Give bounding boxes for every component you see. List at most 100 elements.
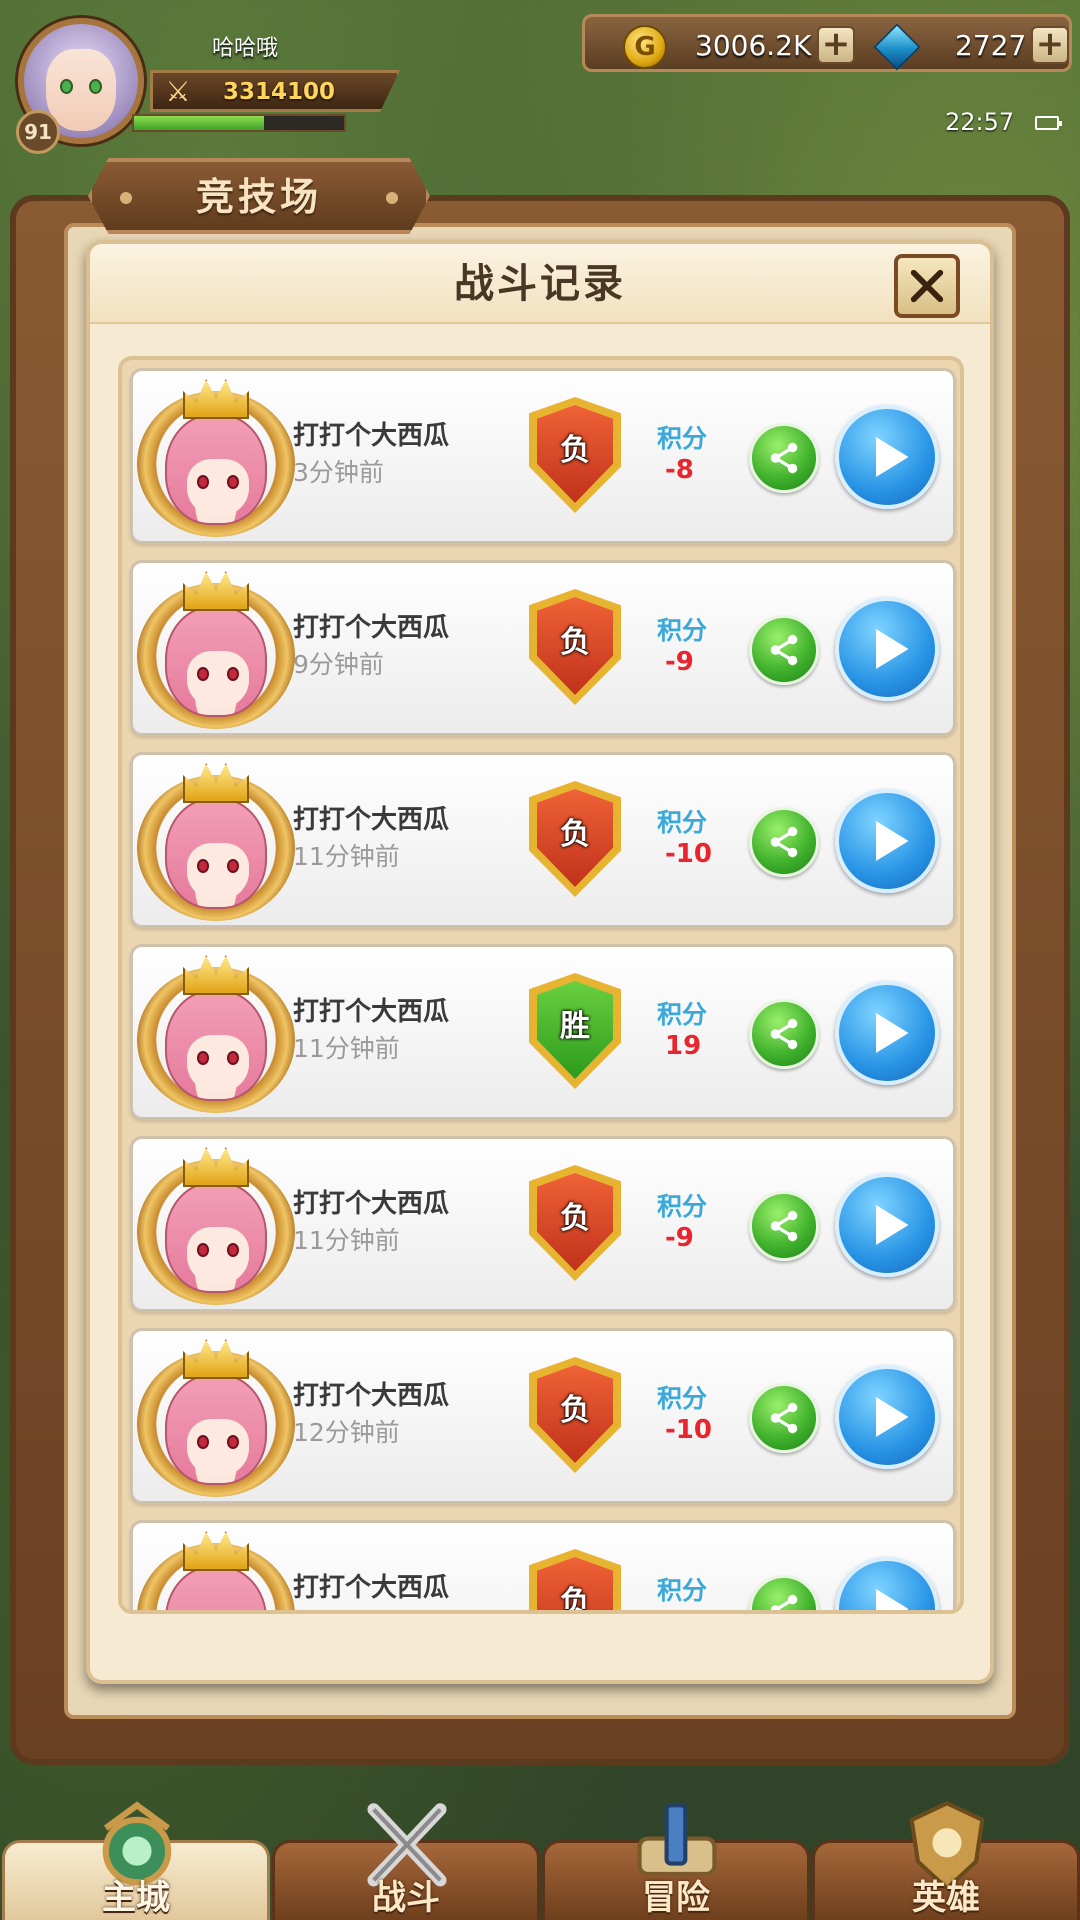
currency-bar: G 3006.2K + 2727 + — [582, 14, 1072, 72]
replay-button[interactable] — [835, 789, 939, 893]
add-gems-button[interactable]: + — [1031, 26, 1069, 64]
score-label: 积分 — [657, 1000, 708, 1029]
player-level-badge: 91 — [16, 110, 60, 154]
battle-time: 3分钟前 — [293, 458, 384, 487]
opponent-portrait — [165, 1373, 267, 1485]
opponent-name: 打打个大西瓜 — [293, 421, 450, 451]
replay-button[interactable] — [835, 1557, 939, 1610]
opponent-name: 打打个大西瓜 — [293, 1381, 450, 1411]
close-button[interactable] — [894, 254, 960, 318]
share-button[interactable] — [749, 999, 819, 1069]
replay-button[interactable] — [835, 405, 939, 509]
share-icon — [770, 1402, 798, 1434]
battle-time: 12分钟前 — [293, 1418, 400, 1447]
nav-tab-label: 主城 — [102, 1878, 170, 1918]
arena-title-tab: 竞技场 — [88, 158, 430, 234]
play-icon — [876, 629, 909, 669]
score-value: -10 — [665, 1415, 712, 1445]
battle-record-row: 打打个大西瓜 11分钟前 胜 积分 19 — [130, 944, 956, 1120]
play-icon — [876, 1589, 909, 1610]
replay-button[interactable] — [835, 1365, 939, 1469]
modal-title: 战斗记录 — [454, 261, 626, 307]
replay-button[interactable] — [835, 1173, 939, 1277]
add-gold-button[interactable]: + — [817, 26, 855, 64]
opponent-name: 打打个大西瓜 — [293, 997, 450, 1027]
share-icon — [770, 1018, 798, 1050]
play-icon — [876, 437, 909, 477]
arena-title: 竞技场 — [195, 175, 322, 219]
result-shield-icon: 胜 — [529, 973, 621, 1089]
score-value: -8 — [665, 455, 694, 485]
battle-time: 11分钟前 — [293, 1226, 400, 1255]
play-icon — [876, 1013, 909, 1053]
gold-coin-icon: G — [623, 25, 667, 69]
battle-time: 11分钟前 — [293, 1034, 400, 1063]
close-icon — [910, 269, 944, 303]
replay-button[interactable] — [835, 597, 939, 701]
opponent-name: 打打个大西瓜 — [293, 1573, 450, 1603]
score-value: -10 — [665, 839, 712, 869]
battery-icon — [1035, 116, 1062, 130]
share-button[interactable] — [749, 1383, 819, 1453]
result-label: 负 — [560, 1585, 590, 1614]
result-shield-icon: 负 — [529, 1549, 621, 1614]
crossed-swords-icon: ⚔ — [165, 75, 191, 108]
share-icon — [770, 1594, 798, 1610]
nav-tab-label: 英雄 — [912, 1878, 980, 1918]
share-button[interactable] — [749, 1575, 819, 1610]
result-label: 负 — [560, 1201, 590, 1236]
battle-record-modal: 战斗记录 打打个大西瓜 3分钟前 负 积分 -8 打打个大西瓜 9分钟前 负 积… — [86, 240, 994, 1684]
gem-icon — [873, 23, 921, 71]
battle-time: 11分钟前 — [293, 842, 400, 871]
nav-tab-adventure[interactable]: 冒险 — [542, 1803, 810, 1920]
share-button[interactable] — [749, 807, 819, 877]
score-label: 积分 — [657, 616, 708, 645]
gem-amount: 2727 — [955, 29, 1027, 62]
score-value: -9 — [665, 1223, 694, 1253]
opponent-avatar[interactable] — [137, 955, 295, 1113]
score-label: 积分 — [657, 1192, 708, 1221]
result-shield-icon: 负 — [529, 589, 621, 705]
result-label: 胜 — [560, 1009, 590, 1044]
score-label: 积分 — [657, 1384, 708, 1413]
opponent-name: 打打个大西瓜 — [293, 805, 450, 835]
opponent-avatar[interactable] — [137, 1339, 295, 1497]
share-button[interactable] — [749, 615, 819, 685]
opponent-avatar[interactable] — [137, 1531, 295, 1610]
nav-tab-heroes[interactable]: 英雄 — [812, 1800, 1080, 1920]
score-label: 积分 — [657, 424, 708, 453]
opponent-portrait — [165, 989, 267, 1101]
opponent-portrait — [165, 1181, 267, 1293]
battle-record-row: 打打个大西瓜 3分钟前 负 积分 -8 — [130, 368, 956, 544]
nav-tab-battle[interactable]: 战斗 — [272, 1803, 540, 1920]
opponent-portrait — [165, 797, 267, 909]
result-label: 负 — [560, 817, 590, 852]
battle-record-row: 打打个大西瓜 9分钟前 负 积分 -9 — [130, 560, 956, 736]
play-icon — [876, 1205, 909, 1245]
battle-record-row: 打打个大西瓜 11分钟前 负 积分 -10 — [130, 752, 956, 928]
xp-bar — [132, 114, 346, 132]
result-shield-icon: 负 — [529, 1165, 621, 1281]
gold-amount: 3006.2K — [695, 29, 812, 62]
opponent-avatar[interactable] — [137, 1147, 295, 1305]
opponent-avatar[interactable] — [137, 763, 295, 921]
share-button[interactable] — [749, 423, 819, 493]
replay-button[interactable] — [835, 981, 939, 1085]
share-button[interactable] — [749, 1191, 819, 1261]
nav-tab-label: 战斗 — [372, 1878, 440, 1918]
result-shield-icon: 负 — [529, 781, 621, 897]
nav-tab-main-city[interactable]: 主城 — [2, 1801, 270, 1920]
result-label: 负 — [560, 1393, 590, 1428]
battle-time: 9分钟前 — [293, 650, 384, 679]
result-label: 负 — [560, 625, 590, 660]
battle-record-row: 打打个大西瓜 12分钟前 负 积分 -10 — [130, 1328, 956, 1504]
score-value: 19 — [665, 1031, 702, 1061]
result-shield-icon: 负 — [529, 1357, 621, 1473]
opponent-avatar[interactable] — [137, 571, 295, 729]
clock: 22:57 — [945, 108, 1015, 136]
record-list[interactable]: 打打个大西瓜 3分钟前 负 积分 -8 打打个大西瓜 9分钟前 负 积分 -9 … — [118, 356, 964, 1614]
play-icon — [876, 1397, 909, 1437]
score-label: 积分 — [657, 1576, 708, 1605]
opponent-avatar[interactable] — [137, 379, 295, 537]
power-value: 3314100 — [223, 79, 336, 105]
